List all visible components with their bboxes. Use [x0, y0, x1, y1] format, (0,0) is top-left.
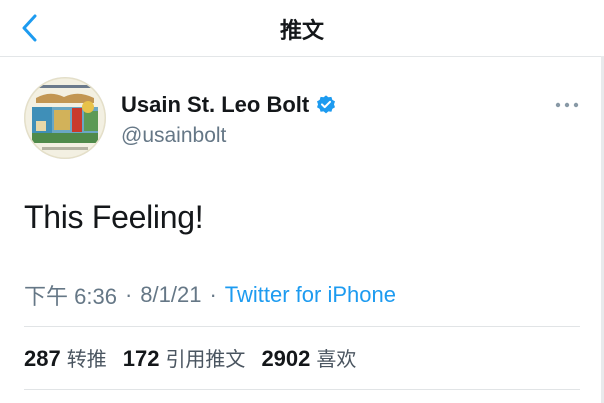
likes-stat[interactable]: 2902 喜欢	[261, 343, 356, 372]
separator-dot: ·	[124, 282, 133, 307]
retweet-count: 287	[24, 346, 61, 371]
retweet-label: 转推	[66, 347, 107, 371]
divider	[24, 389, 580, 390]
quote-label: 引用推文	[165, 347, 246, 371]
author-name-text: Usain St. Leo Bolt	[121, 92, 310, 117]
verified-badge-icon	[317, 95, 336, 114]
tweet-date: 8/1/21	[140, 282, 202, 307]
like-label: 喜欢	[316, 347, 357, 371]
tweet-time: 下午 6:36	[24, 284, 117, 309]
avatar-image	[24, 77, 106, 159]
engagement-stats: 287 转推 172 引用推文 2902 喜欢	[24, 343, 372, 372]
more-options-button[interactable]	[552, 93, 582, 117]
retweets-stat[interactable]: 287 转推	[24, 343, 107, 372]
quote-tweets-stat[interactable]: 172 引用推文	[123, 343, 246, 372]
tweet-metadata: 下午 6:36 · 8/1/21 · Twitter for iPhone	[24, 279, 396, 311]
tweet-text: This Feeling!	[24, 199, 204, 235]
top-navigation-bar: 推文	[0, 0, 604, 57]
like-count: 2902	[261, 346, 311, 371]
tweet-source-link[interactable]: Twitter for iPhone	[225, 282, 396, 308]
author-display-name[interactable]: Usain St. Leo Bolt	[121, 92, 337, 118]
quote-count: 172	[122, 346, 160, 371]
page-title: 推文	[279, 19, 324, 44]
more-horizontal-icon	[555, 102, 579, 108]
avatar[interactable]	[24, 77, 106, 159]
separator-dot: ·	[209, 282, 217, 307]
divider	[24, 326, 580, 327]
author-handle[interactable]: @usainbolt	[121, 124, 226, 148]
